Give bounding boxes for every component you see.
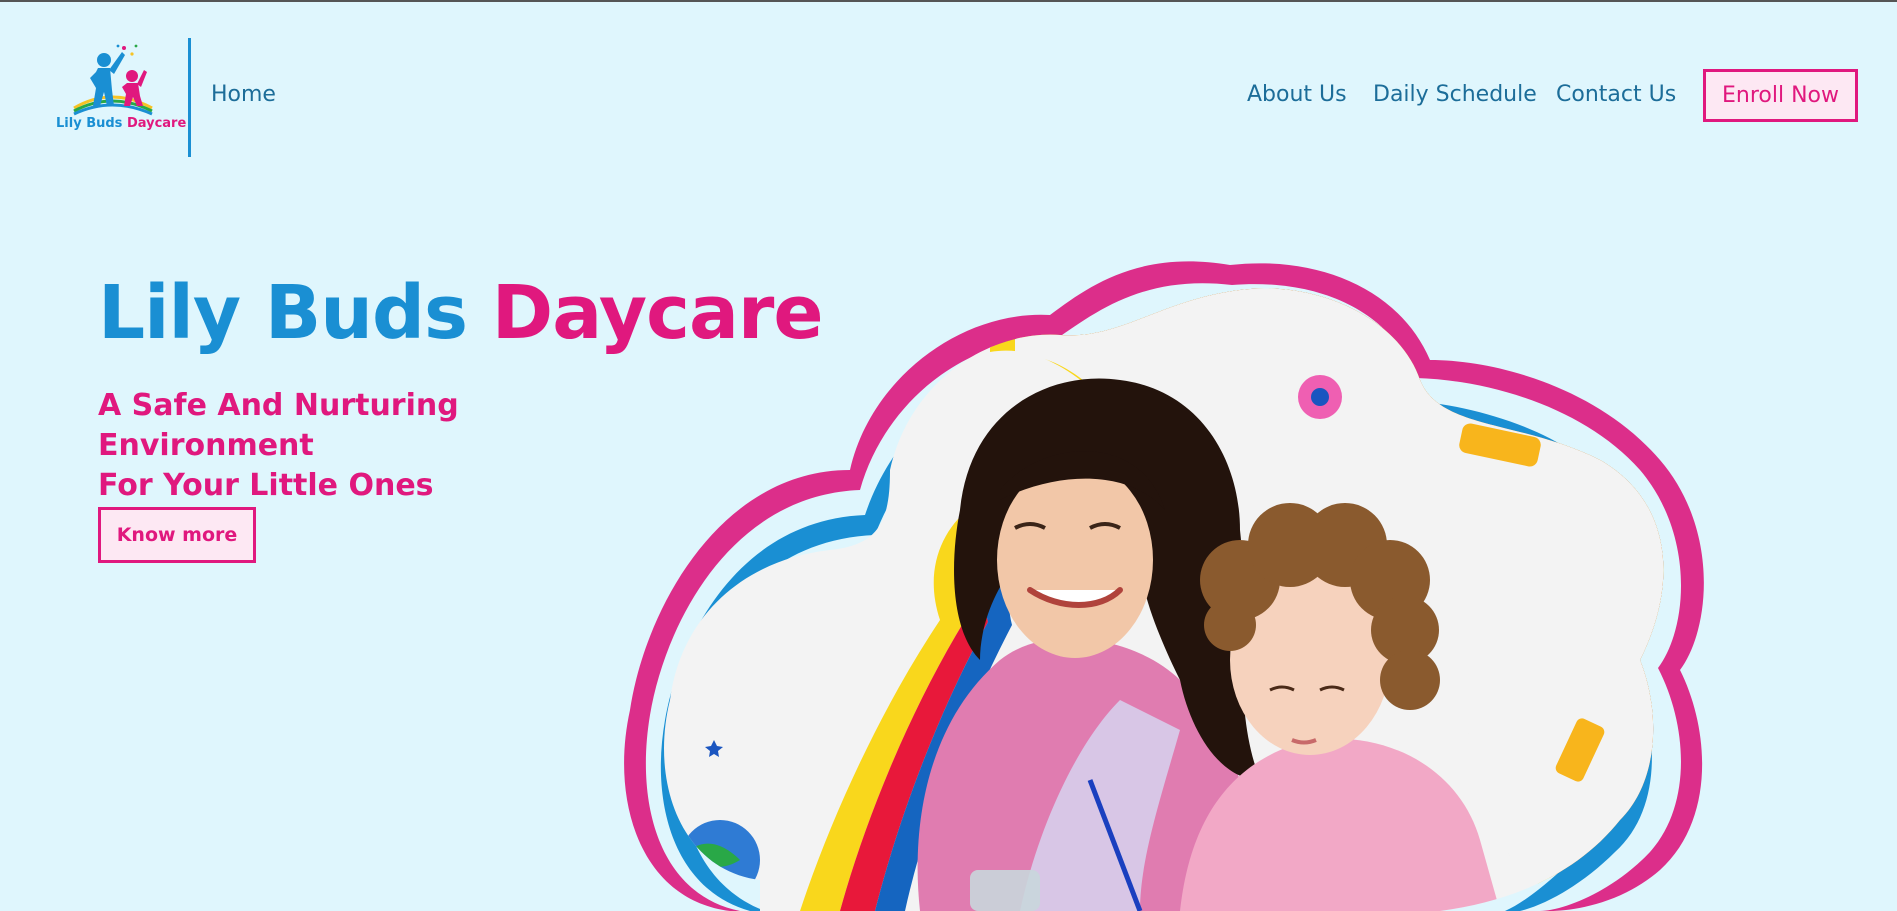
top-border (0, 0, 1897, 2)
nav-home-link[interactable]: Home (211, 82, 276, 107)
hero-subtitle-line1: A Safe And Nurturing Environment (98, 388, 459, 463)
logo-text-pink: Daycare (126, 116, 187, 131)
nav-about-link[interactable]: About Us (1247, 82, 1347, 107)
nav-schedule-link[interactable]: Daily Schedule (1373, 82, 1537, 107)
hero-subtitle: A Safe And Nurturing Environment For You… (98, 386, 658, 506)
logo-text: Lily Buds Daycare (56, 116, 186, 131)
flower-icon (1298, 375, 1342, 419)
brand-logo[interactable]: Lily Buds Daycare (52, 42, 186, 138)
hero-subtitle-line2: For Your Little Ones (98, 468, 434, 503)
enroll-now-button[interactable]: Enroll Now (1703, 69, 1858, 122)
nav-contact-link[interactable]: Contact Us (1556, 82, 1676, 107)
logo-children-icon (73, 44, 153, 116)
logo-text-blue: Lily Buds (56, 116, 123, 131)
header-divider (188, 38, 191, 157)
know-more-button[interactable]: Know more (98, 507, 256, 563)
hero-image (624, 261, 1704, 911)
hero-title-blue: Lily Buds (98, 270, 468, 356)
